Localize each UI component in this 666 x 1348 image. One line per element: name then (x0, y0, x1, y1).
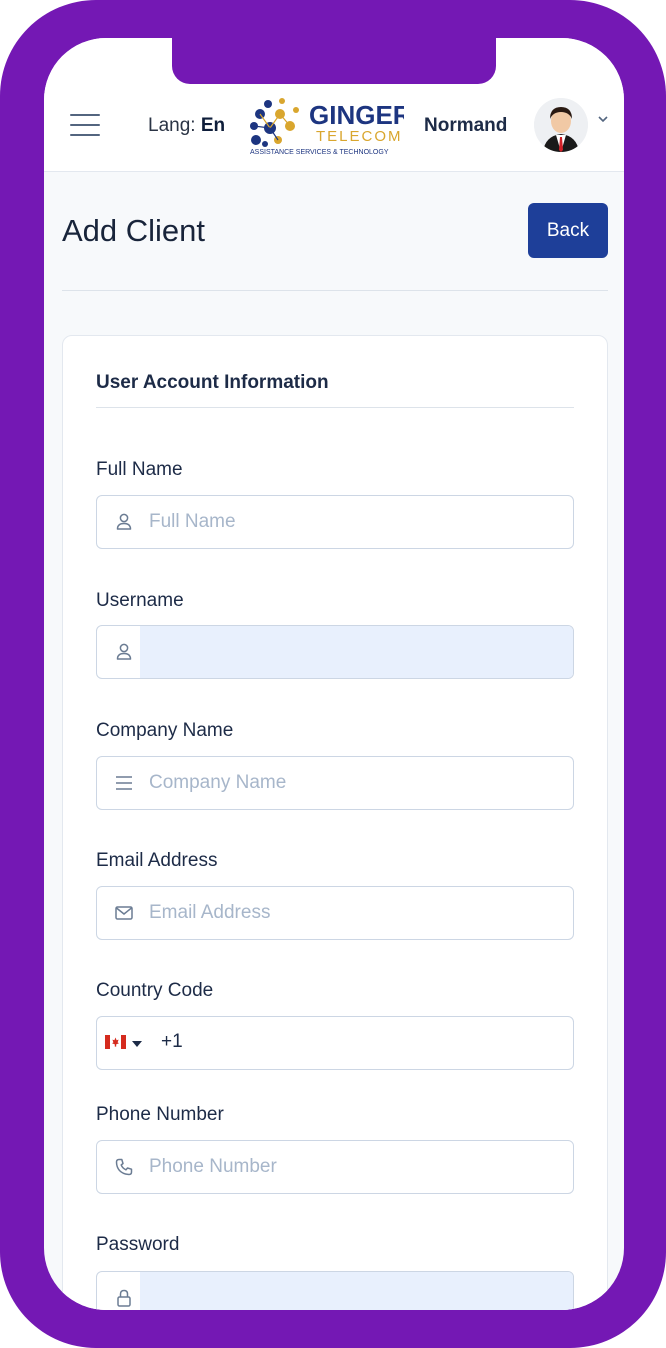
user-icon (116, 643, 132, 660)
header-divider (62, 290, 608, 291)
section-title: User Account Information (96, 372, 329, 393)
ginger-telecom-logo[interactable]: GINGER TELECOM ASSISTANCE SERVICES & TEC… (248, 96, 404, 156)
language-value: En (200, 115, 226, 136)
menu-icon[interactable] (70, 114, 100, 136)
username-field[interactable] (96, 625, 574, 679)
country-code-field[interactable]: +1 (96, 1016, 574, 1070)
section-divider (96, 407, 574, 408)
company-name-label: Company Name (96, 720, 234, 741)
list-icon (116, 776, 132, 790)
phone-notch (172, 38, 496, 84)
avatar-person-icon (534, 98, 588, 152)
envelope-icon (115, 906, 133, 920)
language-switcher[interactable]: Lang: En (148, 115, 225, 137)
username-label: Username (96, 590, 184, 611)
app-screen: Lang: En GINGER TELECOM ASSISTANCE SERVI… (44, 38, 624, 1310)
logo-word-telecom: TELECOM (316, 128, 403, 145)
company-name-field[interactable] (96, 756, 574, 810)
dial-code: +1 (161, 1031, 183, 1052)
user-icon (116, 513, 132, 530)
full-name-label: Full Name (96, 459, 183, 480)
password-field[interactable] (96, 1271, 574, 1310)
lock-icon (117, 1289, 131, 1307)
phone-number-field[interactable] (96, 1140, 574, 1194)
logo-word-ginger: GINGER (309, 100, 404, 130)
country-code-label: Country Code (96, 980, 214, 1001)
company-name-input[interactable] (149, 757, 559, 809)
phone-number-label: Phone Number (96, 1104, 224, 1125)
password-label: Password (96, 1234, 180, 1255)
email-label: Email Address (96, 850, 218, 871)
full-name-field[interactable] (96, 495, 574, 549)
user-account-card: User Account Information Full Name Usern… (62, 335, 608, 1310)
country-flag-dropdown[interactable] (105, 1031, 149, 1055)
back-button[interactable]: Back (528, 203, 608, 258)
phone-icon (115, 1158, 133, 1176)
full-name-input[interactable] (149, 496, 559, 548)
page-title: Add Client (62, 213, 206, 248)
chevron-down-icon[interactable] (596, 112, 610, 126)
logo-tagline: ASSISTANCE SERVICES & TECHNOLOGY (250, 149, 389, 156)
phone-number-input[interactable] (149, 1141, 559, 1193)
user-name[interactable]: Normand (424, 115, 507, 137)
avatar[interactable] (534, 98, 588, 152)
password-input[interactable] (149, 1272, 559, 1310)
caret-down-icon (132, 1041, 142, 1047)
email-input[interactable] (149, 887, 559, 939)
canada-flag-icon (105, 1035, 126, 1049)
username-input[interactable] (149, 626, 559, 678)
email-field[interactable] (96, 886, 574, 940)
language-label: Lang: (148, 115, 196, 136)
